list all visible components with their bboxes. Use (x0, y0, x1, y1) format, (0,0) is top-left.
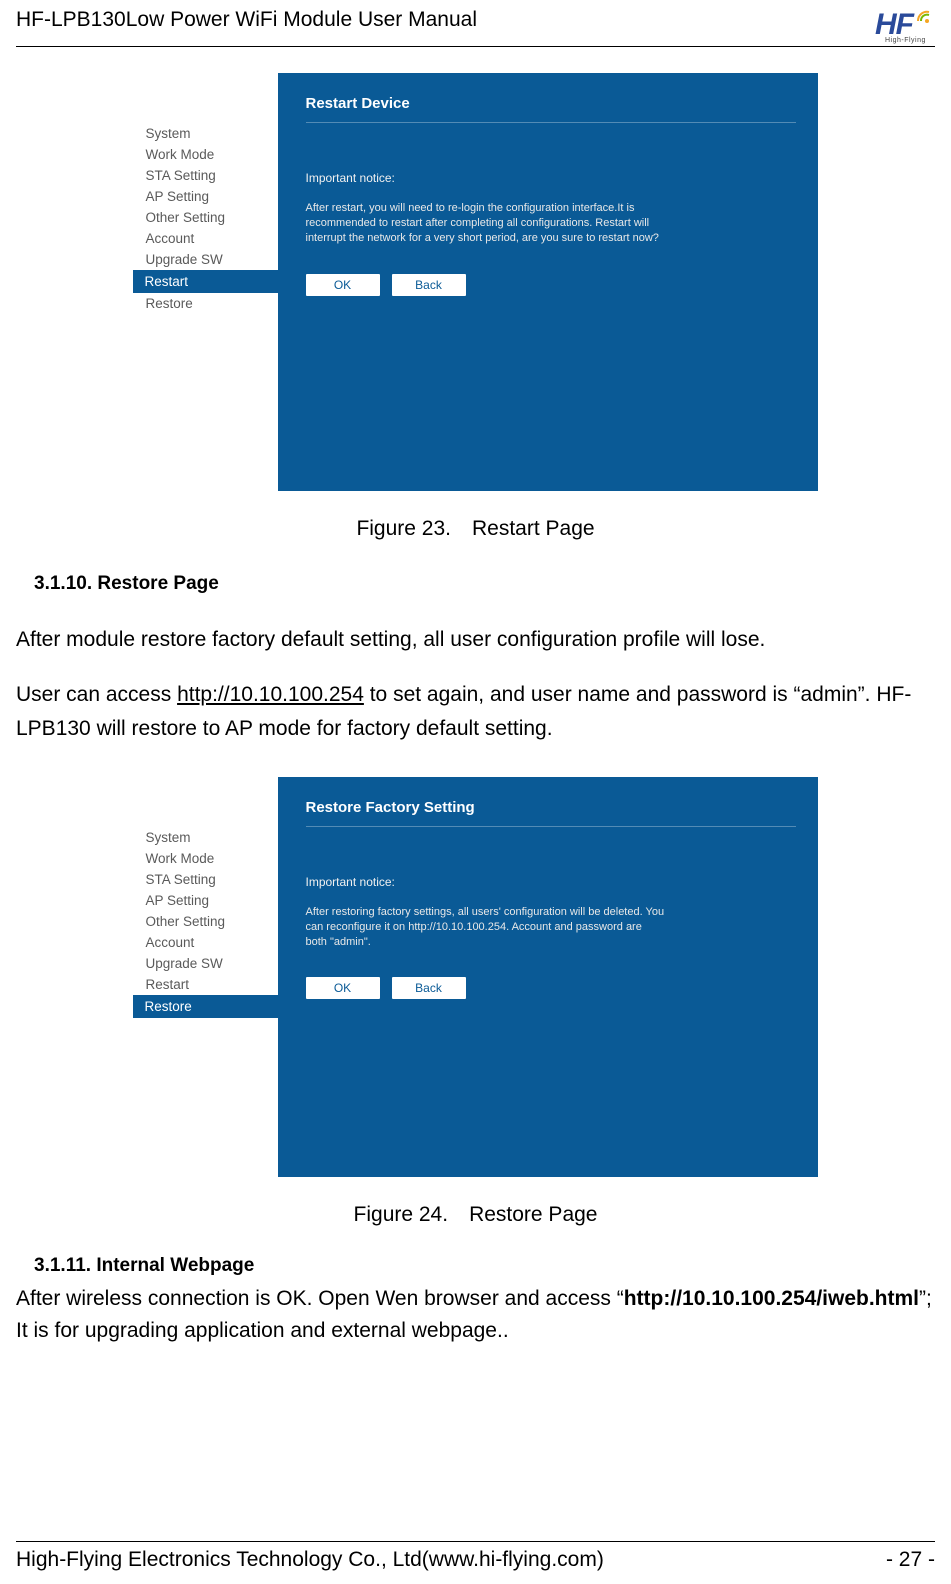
sidebar-item[interactable]: AP Setting (134, 890, 278, 911)
section-heading-3-1-10: 3.1.10. Restore Page (34, 573, 935, 595)
sidebar: SystemWork ModeSTA SettingAP SettingOthe… (134, 777, 278, 1177)
header-title: HF-LPB130Low Power WiFi Module User Manu… (16, 8, 477, 32)
sidebar-item[interactable]: System (134, 827, 278, 848)
body-paragraph: After module restore factory default set… (16, 623, 935, 658)
sidebar-item[interactable]: Account (134, 932, 278, 953)
notice-text: After restoring factory settings, all us… (306, 905, 666, 950)
sidebar-item[interactable]: STA Setting (134, 165, 278, 186)
back-button[interactable]: Back (392, 977, 466, 999)
body-paragraph: User can access http://10.10.100.254 to … (16, 678, 935, 747)
figure-caption: Figure 23. Restart Page (16, 517, 935, 541)
sidebar-item[interactable]: STA Setting (134, 869, 278, 890)
sidebar-item[interactable]: Restart (134, 974, 278, 995)
text: After wireless connection is OK. Open We… (16, 1287, 624, 1310)
sidebar-item[interactable]: Account (134, 228, 278, 249)
sidebar-item[interactable]: Work Mode (134, 848, 278, 869)
sidebar-item[interactable]: AP Setting (134, 186, 278, 207)
sidebar-item[interactable]: Upgrade SW (134, 249, 278, 270)
footer-company: High-Flying Electronics Technology Co., … (16, 1548, 604, 1572)
sidebar-item[interactable]: Other Setting (134, 911, 278, 932)
notice-label: Important notice: (306, 171, 818, 185)
ok-button[interactable]: OK (306, 274, 380, 296)
config-url-link[interactable]: http://10.10.100.254 (177, 683, 364, 706)
sidebar-item[interactable]: Restart (133, 270, 278, 293)
sidebar-item[interactable]: System (134, 123, 278, 144)
notice-label: Important notice: (306, 875, 818, 889)
section-heading-3-1-11: 3.1.11. Internal Webpage (34, 1255, 935, 1277)
body-paragraph: After wireless connection is OK. Open We… (16, 1283, 935, 1348)
text: User can access (16, 683, 177, 706)
panel-title: Restart Device (306, 95, 796, 123)
page-header: HF-LPB130Low Power WiFi Module User Manu… (16, 8, 935, 47)
logo: HF High-Flying (875, 8, 935, 42)
sidebar-item[interactable]: Upgrade SW (134, 953, 278, 974)
iweb-url: http://10.10.100.254/iweb.html (624, 1287, 919, 1310)
restore-screenshot: SystemWork ModeSTA SettingAP SettingOthe… (134, 777, 818, 1177)
ok-button[interactable]: OK (306, 977, 380, 999)
logo-subtext: High-Flying (885, 37, 926, 44)
sidebar-item[interactable]: Restore (134, 293, 278, 314)
page-footer: High-Flying Electronics Technology Co., … (16, 1541, 935, 1572)
sidebar-item[interactable]: Other Setting (134, 207, 278, 228)
content-panel: Restore Factory Setting Important notice… (278, 777, 818, 1177)
sidebar: SystemWork ModeSTA SettingAP SettingOthe… (134, 73, 278, 491)
figure-caption: Figure 24. Restore Page (16, 1203, 935, 1227)
sidebar-item[interactable]: Work Mode (134, 144, 278, 165)
content-panel: Restart Device Important notice: After r… (278, 73, 818, 491)
panel-title: Restore Factory Setting (306, 799, 796, 827)
sidebar-item[interactable]: Restore (133, 995, 278, 1018)
back-button[interactable]: Back (392, 274, 466, 296)
notice-text: After restart, you will need to re-login… (306, 201, 666, 246)
restart-screenshot: SystemWork ModeSTA SettingAP SettingOthe… (134, 73, 818, 491)
footer-page-number: - 27 - (886, 1548, 935, 1572)
wifi-icon (915, 7, 935, 27)
